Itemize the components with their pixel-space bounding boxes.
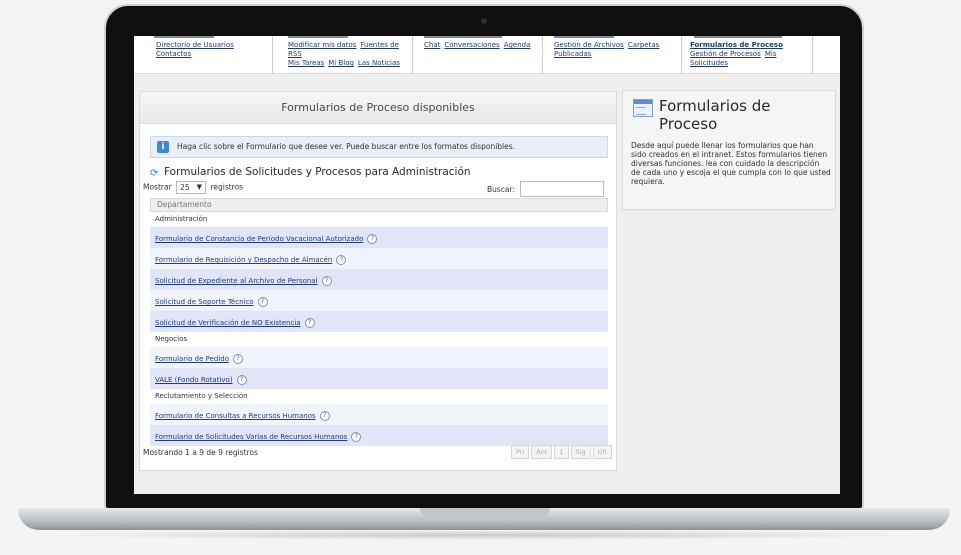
menu-link-archivos[interactable]: Gestión de Archivos [554,41,624,49]
menu-link-procesos[interactable]: Gestión de Procesos [690,50,761,58]
form-link[interactable]: Formulario de Solicitudes Varias de Recu… [155,433,347,441]
help-icon[interactable]: ? [236,375,247,385]
window-form-icon [633,99,653,117]
help-icon[interactable]: ? [367,234,378,244]
search-label: Buscar: [487,185,516,194]
form-link[interactable]: Formulario de Requisición y Despacho de … [155,256,332,264]
form-link[interactable]: Solicitud de Verificación de NO Existenc… [155,319,301,327]
group-row: Reclutamiento y Selección [150,389,608,404]
table-row: Formulario de Pedido? [150,347,608,368]
help-icon[interactable]: ? [351,432,362,442]
forms-table: Departamento Administración Formulario d… [150,198,608,446]
group-row: Administración [150,212,608,227]
menu-link-blog[interactable]: Mi Blog [328,59,354,67]
form-link[interactable]: VALE (Fondo Rotativo) [155,376,233,384]
table-info: Mostrando 1 a 9 de 9 registros [143,448,258,457]
menu-col-profile: Modificar mis datos Fuentes de RSS Mis Ta… [288,41,406,68]
section-title-text: Formularios de Solicitudes y Procesos pa… [164,166,471,178]
refresh-icon: ⟳ [150,168,159,179]
table-row: Solicitud de Soporte Técnico? [150,290,608,311]
menu-link-noticias[interactable]: Las Noticias [358,59,400,67]
pagination: Pri Ant 1 Sig Últ [509,445,612,459]
form-link[interactable]: Formulario de Consultas a Recursos Human… [155,412,316,420]
menu-separator [812,36,813,74]
help-icon[interactable]: ? [319,411,330,421]
camera-icon [481,18,487,24]
show-suffix: registros [210,182,244,192]
panel-title: Formularios de Proceso disponibles [140,92,616,124]
form-link[interactable]: Solicitud de Soporte Técnico [155,298,254,306]
table-row: Formulario de Requisición y Despacho de … [150,248,608,269]
pager-last-button[interactable]: Últ [592,445,612,459]
menu-link-chat[interactable]: Chat [424,41,440,49]
column-header-departamento[interactable]: Departamento [150,198,608,212]
info-text: Haga clic sobre el Formulario que desee … [177,142,516,151]
table-row: Formulario de Consultas a Recursos Human… [150,404,608,425]
menu-link-formularios-active[interactable]: Formularios de Proceso [690,41,783,49]
menu-col-files: Gestión de Archivos Carpetas Publicadas [554,41,674,59]
pager-page-button[interactable]: 1 [554,445,569,459]
menu-link-modificar[interactable]: Modificar mis datos [288,41,356,49]
menu-link-directorio[interactable]: Directorio de Usuarios [156,41,234,49]
laptop-notch [420,508,550,518]
menu-link-agenda[interactable]: Agenda [504,41,531,49]
form-link[interactable]: Solicitud de Expediente al Archivo de Pe… [155,277,318,285]
chevron-down-icon: ▼ [196,183,203,191]
menu-tab-bar [554,36,614,38]
forms-panel: Formularios de Proceso disponibles i Hag… [139,91,617,471]
help-icon[interactable]: ? [336,255,347,265]
menu-link-tareas[interactable]: Mis Tareas [288,59,324,67]
menu-separator [681,36,682,74]
menu-tab-bar [288,36,348,38]
search-input[interactable] [520,181,604,197]
table-row: Solicitud de Verificación de NO Existenc… [150,311,608,332]
top-menu: Directorio de Usuarios Contactos Modific… [134,36,840,74]
menu-separator [412,36,413,74]
menu-link-conversaciones[interactable]: Conversaciones [444,41,499,49]
sidebar-title: Formularios de Proceso [659,97,771,133]
help-icon[interactable]: ? [321,276,332,286]
pager-next-button[interactable]: Sig [570,445,591,459]
table-controls: Mostrar 25 ▼ registros Buscar: [143,181,613,197]
table-row: Formulario de Constancia de Período Vaca… [150,227,608,248]
laptop-shadow [40,530,928,540]
show-prefix: Mostrar [143,182,172,192]
info-message: i Haga clic sobre el Formulario que dese… [150,136,608,158]
menu-tab-bar [154,36,214,38]
menu-tab-bar [424,36,502,38]
menu-link-contactos[interactable]: Contactos [156,50,191,58]
page-size-select[interactable]: 25 ▼ [176,181,207,194]
section-title: ⟳ Formularios de Solicitudes y Procesos p… [150,166,471,179]
table-row: VALE (Fondo Rotativo)? [150,368,608,389]
form-link[interactable]: Formulario de Pedido [155,355,229,363]
menu-col-users: Directorio de Usuarios Contactos [156,41,266,59]
help-icon[interactable]: ? [304,318,315,328]
menu-col-forms: Formularios de Proceso Gestión de Proces… [690,41,808,68]
help-icon[interactable]: ? [233,354,244,364]
form-link[interactable]: Formulario de Constancia de Período Vaca… [155,235,363,243]
sidebar-description: Desde aquí puede llenar los formularios … [631,141,831,186]
help-sidebar: Formularios de Proceso Desde aquí puede … [622,90,836,210]
menu-tab-bar [694,36,782,38]
screen: Directorio de Usuarios Contactos Modific… [134,36,840,494]
info-icon: i [157,141,169,153]
table-row: Solicitud de Expediente al Archivo de Pe… [150,269,608,290]
menu-col-chat: Chat Conversaciones Agenda [424,41,534,50]
help-icon[interactable]: ? [257,297,268,307]
menu-separator [542,36,543,74]
group-row: Negocios [150,332,608,347]
pager-first-button[interactable]: Pri [511,445,530,459]
menu-separator [272,36,273,74]
page-size-value: 25 [180,183,190,192]
pager-prev-button[interactable]: Ant [531,445,553,459]
table-row: Formulario de Solicitudes Varias de Recu… [150,425,608,446]
